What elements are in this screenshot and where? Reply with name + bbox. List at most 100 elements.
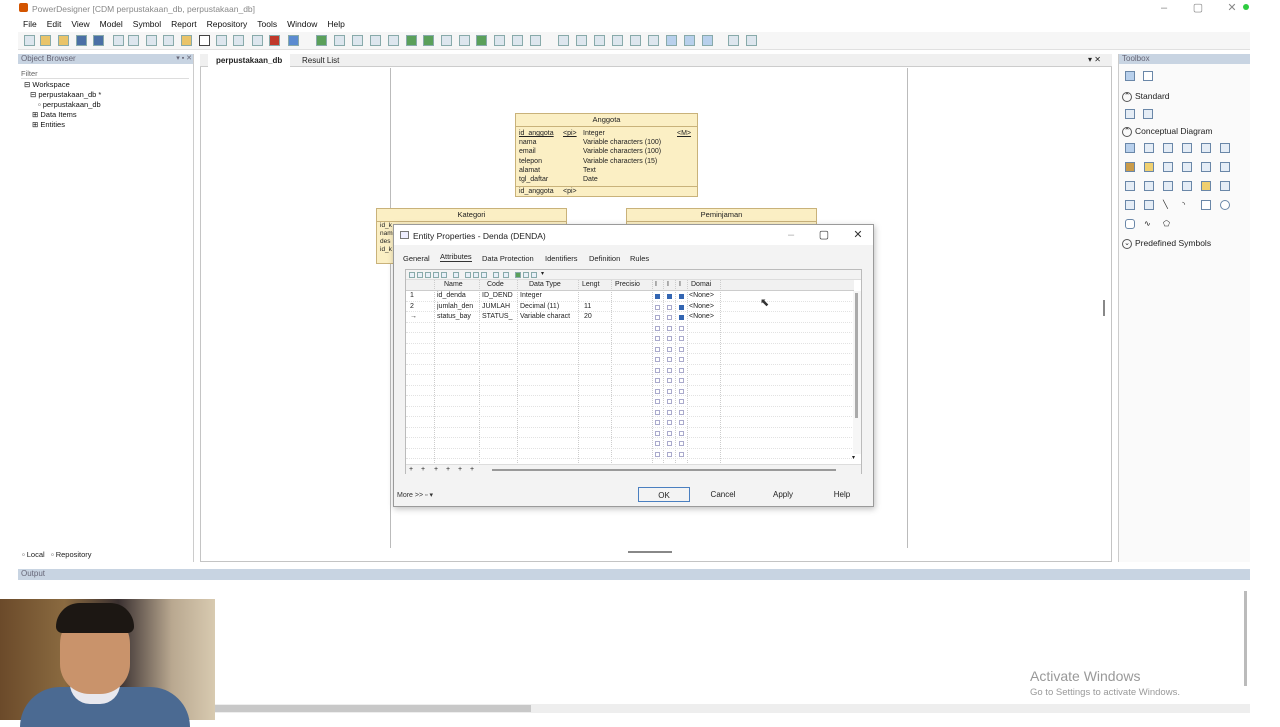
displayed-checkbox[interactable]: [679, 304, 684, 310]
move-up-icon[interactable]: +: [434, 466, 438, 473]
identifier-checkbox[interactable]: [655, 357, 660, 362]
col-name[interactable]: Name: [444, 281, 463, 288]
table-row[interactable]: → status_bay STATUS_ Variable charact 20 <Non…: [406, 312, 854, 323]
grid-cut-icon[interactable]: [453, 272, 459, 278]
table-row[interactable]: [406, 449, 854, 459]
grid-columns-icon[interactable]: [531, 272, 537, 278]
move-top-icon[interactable]: +: [409, 466, 413, 473]
displayed-checkbox[interactable]: [679, 451, 684, 457]
col-identifier[interactable]: I: [655, 281, 657, 288]
col-data-type[interactable]: Data Type: [529, 281, 561, 288]
menu-edit[interactable]: Edit: [42, 17, 67, 31]
displayed-checkbox[interactable]: [679, 315, 684, 320]
table-row[interactable]: [406, 407, 854, 417]
tab-perpustakaan-db[interactable]: perpustakaan_db: [208, 54, 291, 67]
section-predefined-symbols[interactable]: ⌄ Predefined Symbols: [1122, 238, 1211, 249]
displayed-checkbox[interactable]: [679, 430, 684, 436]
cell-name[interactable]: id_denda: [437, 291, 479, 302]
displayed-checkbox[interactable]: [679, 367, 684, 373]
delete-tool-icon[interactable]: [1220, 143, 1230, 153]
rounded-rect-tool-icon[interactable]: [1125, 219, 1135, 229]
displayed-checkbox[interactable]: [679, 388, 684, 394]
dialog-minimize-button[interactable]: –: [782, 228, 800, 242]
table-row[interactable]: [406, 354, 854, 365]
tree-item-workspace[interactable]: ⊟ Workspace: [24, 80, 70, 90]
cut-icon[interactable]: [146, 35, 157, 46]
col-length[interactable]: Lengt: [582, 281, 600, 288]
tab-repository[interactable]: ▫ Repository: [51, 550, 92, 559]
copy-icon[interactable]: [163, 35, 174, 46]
mandatory-checkbox[interactable]: [667, 325, 672, 331]
toggle-view-icon[interactable]: [666, 35, 677, 46]
zoom-in-icon[interactable]: [1163, 143, 1173, 153]
identifier-checkbox[interactable]: [655, 388, 660, 394]
grid-icon[interactable]: [423, 35, 434, 46]
print-setup-icon[interactable]: [746, 35, 757, 46]
file-tool-icon[interactable]: [1125, 181, 1135, 191]
polyline-tool-icon[interactable]: ∿: [1144, 219, 1154, 229]
cell-domain[interactable]: <None>: [689, 312, 714, 323]
output-hscroll[interactable]: [215, 704, 1250, 713]
zoom-icon[interactable]: [1125, 109, 1135, 119]
grid-export-icon[interactable]: [515, 272, 521, 278]
table-row[interactable]: [406, 365, 854, 375]
displayed-checkbox[interactable]: [679, 346, 684, 352]
table-row[interactable]: [406, 386, 854, 396]
identifier-checkbox[interactable]: [655, 325, 660, 331]
table-row[interactable]: [406, 333, 854, 344]
link-icon[interactable]: [512, 35, 523, 46]
properties-icon[interactable]: [252, 35, 263, 46]
identifier-checkbox[interactable]: [655, 409, 660, 415]
title-tool-icon[interactable]: [1144, 200, 1154, 210]
generate-icon[interactable]: [288, 35, 299, 46]
ok-button[interactable]: OK: [638, 487, 690, 502]
paste-icon[interactable]: [181, 35, 192, 46]
cell-code[interactable]: JUMLAH: [482, 302, 517, 313]
table-row[interactable]: [406, 428, 854, 438]
open-diagram-icon[interactable]: [1201, 143, 1211, 153]
mandatory-checkbox[interactable]: [667, 315, 672, 320]
view-icon[interactable]: [648, 35, 659, 46]
link-tool-icon[interactable]: [1220, 162, 1230, 172]
menu-report[interactable]: Report: [166, 17, 202, 31]
grid-delete-icon[interactable]: [481, 272, 487, 278]
displayed-checkbox[interactable]: [679, 336, 684, 341]
mandatory-checkbox[interactable]: [667, 409, 672, 415]
polygon-tool-icon[interactable]: ⬠: [1163, 219, 1173, 229]
hand-icon[interactable]: [1144, 143, 1154, 153]
identifier-checkbox[interactable]: [655, 315, 660, 320]
grid-scroll-down-icon[interactable]: ▾: [852, 454, 855, 461]
mandatory-checkbox[interactable]: [667, 451, 672, 457]
open-folder-icon[interactable]: [40, 35, 51, 46]
cell-code[interactable]: STATUS_: [482, 312, 517, 323]
displayed-checkbox[interactable]: [679, 441, 684, 446]
row-number[interactable]: 2: [410, 302, 414, 313]
col-precision[interactable]: Precisio: [615, 281, 640, 288]
large-icons-icon[interactable]: [1125, 71, 1135, 81]
grid-insert-row-icon[interactable]: [425, 272, 431, 278]
displayed-checkbox[interactable]: [679, 294, 684, 299]
print-preview-icon[interactable]: [113, 35, 124, 46]
new-icon[interactable]: [24, 35, 35, 46]
menu-symbol[interactable]: Symbol: [128, 17, 166, 31]
tab-rules[interactable]: Rules: [630, 254, 649, 263]
row-number[interactable]: 1: [410, 291, 414, 302]
dialog-maximize-button[interactable]: ▢: [815, 228, 833, 242]
mandatory-checkbox[interactable]: [667, 336, 672, 341]
tab-general[interactable]: General: [403, 254, 430, 263]
mandatory-checkbox[interactable]: [667, 441, 672, 446]
note-tool-icon[interactable]: [1201, 181, 1211, 191]
diagram-icon[interactable]: [316, 35, 327, 46]
grid-find-icon[interactable]: [493, 272, 499, 278]
package-icon[interactable]: [352, 35, 363, 46]
font-icon[interactable]: [476, 35, 487, 46]
table-row[interactable]: [406, 417, 854, 428]
displayed-checkbox[interactable]: [679, 409, 684, 415]
identifier-checkbox[interactable]: [655, 441, 660, 446]
cell-name[interactable]: jumlah_den: [437, 302, 479, 313]
apply-button[interactable]: Apply: [757, 487, 809, 502]
layout-icon[interactable]: [612, 35, 623, 46]
line-tool-icon[interactable]: ╲: [1163, 200, 1173, 210]
arc-tool-icon[interactable]: ◝: [1182, 200, 1192, 210]
col-code[interactable]: Code: [487, 281, 504, 288]
